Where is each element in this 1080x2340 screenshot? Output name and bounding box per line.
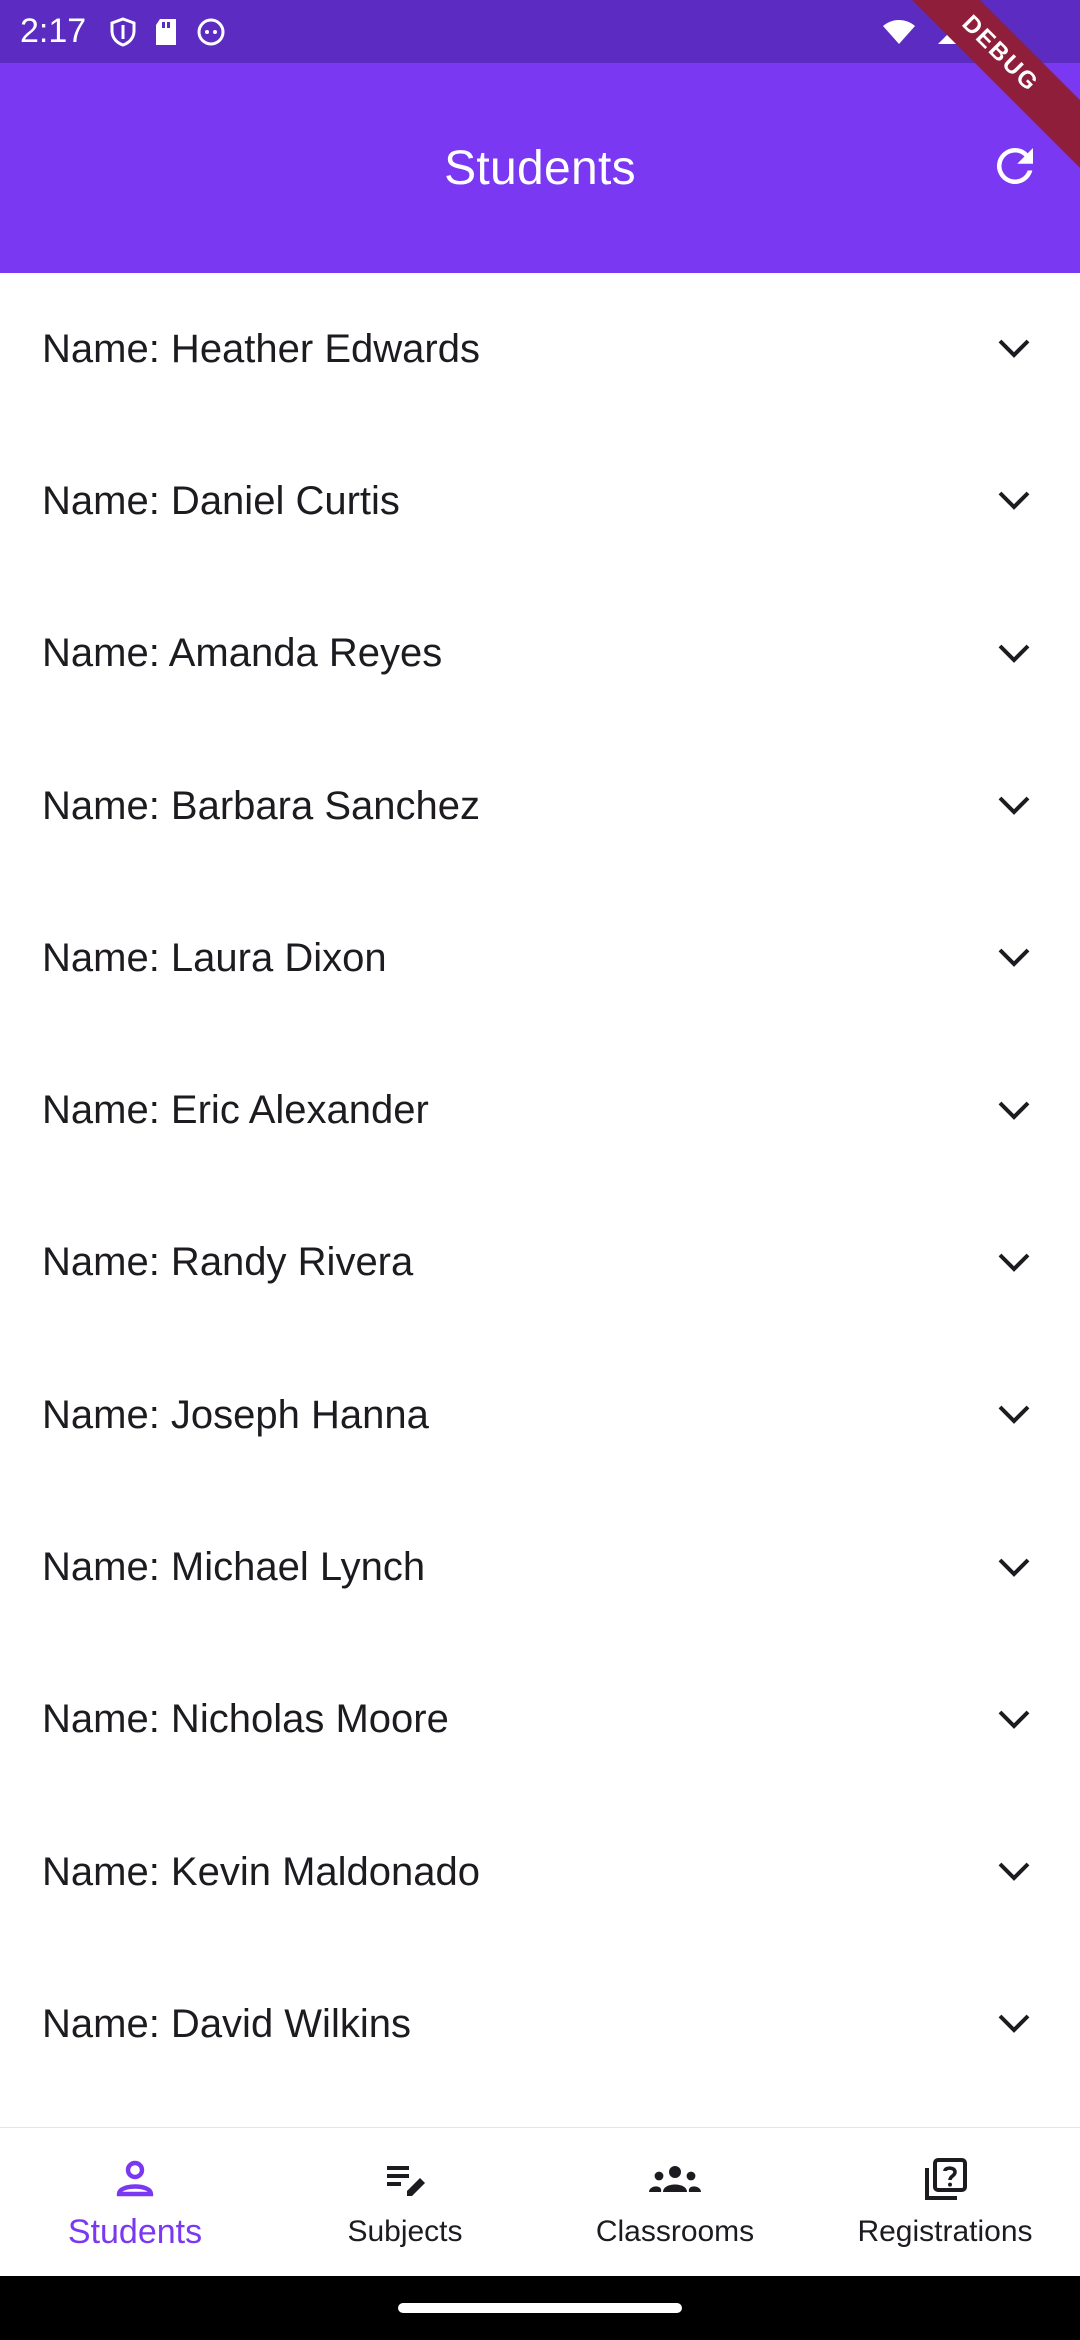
nav-item-classrooms[interactable]: Classrooms [540,2128,810,2277]
wifi-icon [882,18,916,46]
app-bar: Students [0,63,1080,273]
refresh-button[interactable] [980,133,1050,203]
nav-item-subjects[interactable]: Subjects [270,2128,540,2277]
chevron-down-icon [990,2000,1038,2048]
student-name: Name: Joseph Hanna [42,1392,429,1437]
system-navigation-area [0,2276,1080,2340]
student-name: Name: David Wilkins [42,2001,411,2046]
chevron-down-icon [990,325,1038,373]
student-name: Name: Amanda Reyes [42,631,443,676]
student-name: Name: Eric Alexander [42,1088,429,1133]
student-row[interactable]: Name: Michael Lynch [0,1491,1080,1643]
student-row[interactable]: Name: Joseph Hanna [0,1339,1080,1491]
student-row[interactable]: Name: Daniel Curtis [0,425,1080,577]
student-name: Name: Barbara Sanchez [42,783,481,828]
nav-item-students[interactable]: Students [0,2128,270,2277]
nav-item-registrations[interactable]: Registrations [810,2128,1080,2277]
student-name: Name: Daniel Curtis [42,478,400,523]
bottom-navigation: Students Subjects Classrooms Registratio… [0,2127,1080,2277]
nav-label-subjects: Subjects [347,2215,463,2248]
status-notification-icons [110,16,226,47]
person-icon [111,2154,159,2207]
chevron-down-icon [990,477,1038,525]
student-list: Name: Heather Edwards Name: Daniel Curti… [0,273,1080,2127]
student-name: Name: Heather Edwards [42,326,480,371]
student-row[interactable]: Name: Amanda Reyes [0,578,1080,730]
student-row[interactable]: Name: Kevin Maldonado [0,1796,1080,1948]
student-name: Name: Randy Rivera [42,1240,414,1285]
chevron-down-icon [990,934,1038,982]
nav-label-classrooms: Classrooms [595,2215,755,2248]
nav-label-students: Students [67,2212,203,2251]
refresh-icon [988,139,1042,198]
shield-icon [110,16,136,47]
chevron-down-icon [990,1544,1038,1592]
student-row[interactable]: Name: Randy Rivera [0,1187,1080,1339]
status-bar: 2:17 [0,0,1080,63]
home-gesture-bar[interactable] [398,2303,682,2313]
chevron-down-icon [990,1848,1038,1896]
student-name: Name: Laura Dixon [42,935,387,980]
chevron-down-icon [990,1239,1038,1287]
student-row[interactable]: Name: Laura Dixon [0,882,1080,1034]
student-name: Name: Nicholas Moore [42,1697,449,1742]
page-title: Students [444,141,636,195]
quiz-icon [921,2156,969,2209]
student-row[interactable]: Name: Barbara Sanchez [0,730,1080,882]
sd-card-icon [154,17,178,47]
student-name: Name: Kevin Maldonado [42,1849,481,1894]
student-row[interactable]: Name: Eric Alexander [0,1034,1080,1186]
android-debug-icon [196,17,226,47]
chevron-down-icon [990,1696,1038,1744]
chevron-down-icon [990,630,1038,678]
chevron-down-icon [990,1391,1038,1439]
chevron-down-icon [990,782,1038,830]
status-time: 2:17 [20,12,87,50]
chevron-down-icon [990,1087,1038,1135]
groups-icon [647,2156,703,2209]
student-row[interactable]: Name: David Wilkins [0,1948,1080,2100]
student-row[interactable]: Name: Nicholas Moore [0,1644,1080,1796]
edit-note-icon [381,2156,429,2209]
student-row[interactable]: Name: Heather Edwards [0,273,1080,425]
nav-label-registrations: Registrations [857,2215,1033,2248]
student-name: Name: Michael Lynch [42,1545,426,1590]
